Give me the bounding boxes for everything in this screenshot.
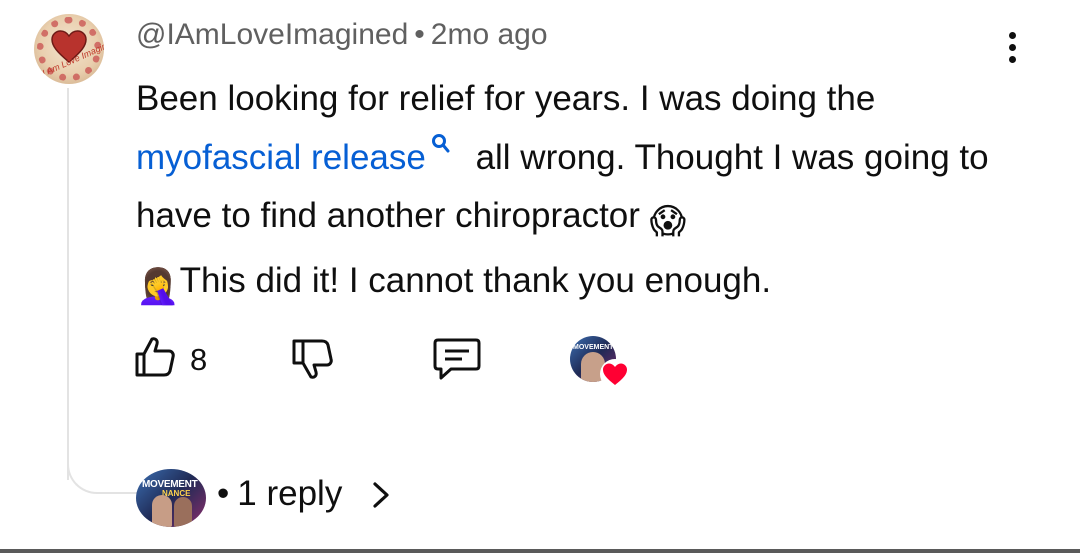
more-vert-icon[interactable] xyxy=(998,30,1028,66)
timestamp: 2mo ago xyxy=(430,18,548,51)
comment-header: @IAmLoveImagined • 2mo ago xyxy=(136,18,548,52)
chevron-right-icon[interactable] xyxy=(370,480,392,510)
author-handle[interactable]: @IAmLoveImagined xyxy=(136,18,408,51)
thread-connector xyxy=(67,458,139,494)
comment-text-part3: This did it! I cannot thank you enough. xyxy=(179,260,772,300)
scream-emoji-icon: 😱 xyxy=(649,202,687,241)
reply-count-label: 1 reply xyxy=(237,474,343,513)
bottom-divider xyxy=(0,549,1080,553)
creator-avatar-text: MOVEMENT xyxy=(573,344,614,351)
search-suggestion-link[interactable]: myofascial release xyxy=(136,138,426,177)
comment-text: Been looking for relief for years. I was… xyxy=(136,70,996,316)
comment-text-part1: Been looking for relief for years. I was… xyxy=(136,79,876,118)
heart-badge-icon xyxy=(600,359,630,389)
thumb-down-icon[interactable] xyxy=(290,337,336,381)
like-count: 8 xyxy=(190,342,208,377)
reply-comment-icon[interactable] xyxy=(432,336,482,382)
search-icon[interactable] xyxy=(430,133,452,159)
reply-author-avatar[interactable]: MOVEMENT NANCE xyxy=(136,469,206,527)
author-avatar[interactable]: I Am Love Imagined xyxy=(34,14,104,84)
view-replies-button[interactable]: • 1 reply xyxy=(217,474,342,514)
thread-line xyxy=(67,88,69,480)
reply-avatar-person-1 xyxy=(152,495,172,527)
meta-separator: • xyxy=(414,18,425,51)
reply-avatar-person-2 xyxy=(174,497,192,527)
facepalm-emoji-icon: 🤦‍♀️ xyxy=(136,266,180,306)
reply-separator: • xyxy=(217,474,230,513)
thumb-up-icon[interactable] xyxy=(133,335,177,379)
